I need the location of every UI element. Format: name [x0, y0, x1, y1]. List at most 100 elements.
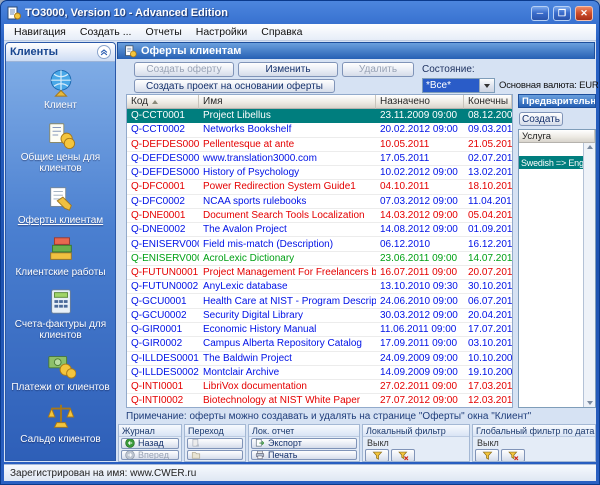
global-filter-button[interactable]: [475, 449, 499, 461]
cell-deadline: 11.04.2012: [468, 195, 512, 207]
cell-deadline: 08.12.2009: [468, 110, 512, 122]
app-window: TO3000, Version 10 - Advanced Edition ─ …: [0, 0, 600, 485]
back-button[interactable]: Назад: [121, 438, 179, 449]
app-icon: [7, 6, 21, 20]
table-row[interactable]: Q-GCU0001 Health Care at NIST - Program D…: [127, 294, 512, 309]
maximize-button[interactable]: ❐: [553, 5, 571, 21]
sidebar-item-0[interactable]: Клиент: [6, 68, 115, 111]
table-row[interactable]: Q-ILLDES0001 The Baldwin Project 24.09.200…: [127, 352, 512, 366]
cell-deadline: 05.04.2012: [468, 209, 512, 221]
table-row[interactable]: Q-ENISERV0002 AcroLexic Dictionary 23.06.2…: [127, 252, 512, 266]
table-row[interactable]: Q-DNE0002 The Avalon Project 14.08.2012 09…: [127, 223, 512, 238]
table-row[interactable]: Q-CCT0002 Networks Bookshelf 20.02.2012 09…: [127, 123, 512, 138]
create-project-button[interactable]: Создать проект на основании оферты: [134, 79, 335, 93]
menu-item-2[interactable]: Отчеты: [138, 24, 188, 40]
transition-button-1[interactable]: [187, 438, 243, 449]
cell-assigned: 14.09.2009 09:00: [380, 366, 458, 378]
table-row[interactable]: Q-GIR0001 Economic History Manual 11.06.20…: [127, 323, 512, 338]
state-combobox[interactable]: *Все*: [422, 78, 495, 93]
table-row[interactable]: Q-DNE0001 Document Search Tools Localizat…: [127, 209, 512, 224]
sidebar-item-4[interactable]: Счета-фактуры для клиентов: [6, 287, 115, 341]
table-row[interactable]: Q-DEFDES0003 History of Psychology 10.02.2…: [127, 166, 512, 181]
local-filter-clear-button[interactable]: [391, 449, 415, 461]
delete-button[interactable]: Удалить: [342, 62, 414, 77]
cell-code: Q-INTI0001: [131, 381, 184, 393]
journal-group: Журнал Назад Вперед: [118, 424, 182, 462]
scroll-up-icon[interactable]: [586, 145, 593, 149]
sidebar-item-2[interactable]: Оферты клиентам: [6, 183, 115, 226]
local-filter-button[interactable]: [365, 449, 389, 461]
cell-name: Project Libellus: [203, 110, 271, 122]
table-row[interactable]: Q-INTI0002 Biotechnology at NIST White Pa…: [127, 394, 512, 407]
print-button[interactable]: Печать: [251, 449, 357, 460]
global-filter-state: Выкл: [477, 438, 499, 448]
column-header-deadline[interactable]: Конечны: [464, 95, 512, 109]
cell-assigned: 14.03.2012 09:00: [380, 209, 458, 221]
table-row[interactable]: Q-GCU0002 Security Digital Library 30.03.2…: [127, 309, 512, 323]
sidebar-item-5[interactable]: Платежи от клиентов: [6, 350, 115, 393]
cell-deadline: 14.07.2011: [468, 252, 512, 264]
service-list-scrollbar[interactable]: [583, 143, 595, 407]
create-quote-button[interactable]: Создать оферту: [134, 62, 234, 77]
back-icon: [125, 438, 135, 448]
cell-code: Q-DNE0002: [131, 224, 186, 236]
column-header-service[interactable]: Услуга: [519, 130, 595, 143]
cell-code: Q-DNE0001: [131, 209, 186, 221]
minimize-button[interactable]: ─: [531, 5, 549, 21]
transition-group: Переход: [184, 424, 246, 462]
cell-code: Q-DEFDES0001: [131, 138, 199, 150]
table-row[interactable]: Q-INTI0001 LibriVox documentation 27.02.20…: [127, 380, 512, 395]
cell-deadline: 09.03.2012: [468, 124, 512, 136]
sidebar-item-3[interactable]: Клиентские работы: [6, 235, 115, 278]
menu-item-4[interactable]: Справка: [254, 24, 309, 40]
goto-document-icon: [192, 439, 200, 447]
column-header-assigned[interactable]: Назначено: [376, 95, 464, 109]
table-row[interactable]: Q-DFC0002 NCAA sports rulebooks 07.03.2012…: [127, 195, 512, 209]
forward-button[interactable]: Вперед: [121, 449, 179, 460]
invoices-icon: [46, 287, 76, 317]
column-header-code[interactable]: Код: [127, 95, 199, 109]
cell-code: Q-GCU0001: [131, 295, 187, 307]
transition-button-2[interactable]: [187, 449, 243, 460]
sidebar-item-1[interactable]: Общие цены для клиентов: [6, 120, 115, 174]
sort-ascending-icon: [152, 99, 159, 104]
export-button[interactable]: Экспорт: [251, 438, 357, 449]
cell-deadline: 17.03.2011: [468, 381, 512, 393]
combo-dropdown-icon[interactable]: [479, 79, 494, 92]
cell-name: NCAA sports rulebooks: [203, 195, 307, 207]
cell-assigned: 27.07.2012 09:00: [380, 395, 458, 407]
table-row[interactable]: Q-FUTUN0002 AnyLexic database 13.10.2010 0…: [127, 280, 512, 295]
window-title: TO3000, Version 10 - Advanced Edition: [25, 7, 228, 19]
table-row[interactable]: Q-CCT0001 Project Libellus 23.11.2009 09:0…: [127, 109, 512, 124]
sidebar-item-6[interactable]: Сальдо клиентов: [6, 402, 115, 445]
service-list-item[interactable]: Swedish => English: [519, 156, 583, 169]
menu-item-1[interactable]: Создать ...: [73, 24, 139, 40]
menu-item-3[interactable]: Настройки: [189, 24, 255, 40]
sidebar-item-label: Общие цены для клиентов: [20, 152, 101, 174]
global-filter-clear-button[interactable]: [501, 449, 525, 461]
collapse-chevron-icon[interactable]: [97, 45, 111, 59]
payments-icon: [46, 350, 76, 380]
table-row[interactable]: Q-ENISERV0001 Field mis-match (Descriptio…: [127, 237, 512, 252]
table-row[interactable]: Q-ILLDES0002 Montclair Archive 14.09.2009 …: [127, 366, 512, 381]
close-button[interactable]: ✕: [575, 5, 593, 21]
globe-icon: [46, 68, 76, 98]
service-list-item[interactable]: [519, 143, 583, 156]
table-row[interactable]: Q-FUTUN0001 Project Management For Freela…: [127, 266, 512, 281]
menu-item-0[interactable]: Навигация: [7, 24, 73, 40]
cell-code: Q-GCU0002: [131, 309, 187, 321]
sidebar-item-7[interactable]: Папки клиентов: [6, 454, 115, 460]
cell-code: Q-DEFDES0002: [131, 152, 199, 164]
create-preliminary-button[interactable]: Создать: [519, 112, 563, 126]
column-header-name[interactable]: Имя: [199, 95, 376, 109]
table-row[interactable]: Q-DFC0001 Power Redirection System Guide1…: [127, 180, 512, 195]
table-row[interactable]: Q-DEFDES0002 www.translation3000.com 17.05…: [127, 152, 512, 167]
service-list-rows: Swedish => English: [519, 143, 583, 407]
forward-icon: [125, 450, 135, 460]
table-row[interactable]: Q-GIR0002 Campus Alberta Repository Catal…: [127, 337, 512, 352]
title-bar[interactable]: TO3000, Version 10 - Advanced Edition ─ …: [3, 3, 597, 23]
cell-name: www.translation3000.com: [203, 152, 317, 164]
edit-button[interactable]: Изменить: [238, 62, 338, 77]
scroll-down-icon[interactable]: [586, 401, 593, 405]
table-row[interactable]: Q-DEFDES0001 Pellentesque at ante 10.05.20…: [127, 138, 512, 152]
